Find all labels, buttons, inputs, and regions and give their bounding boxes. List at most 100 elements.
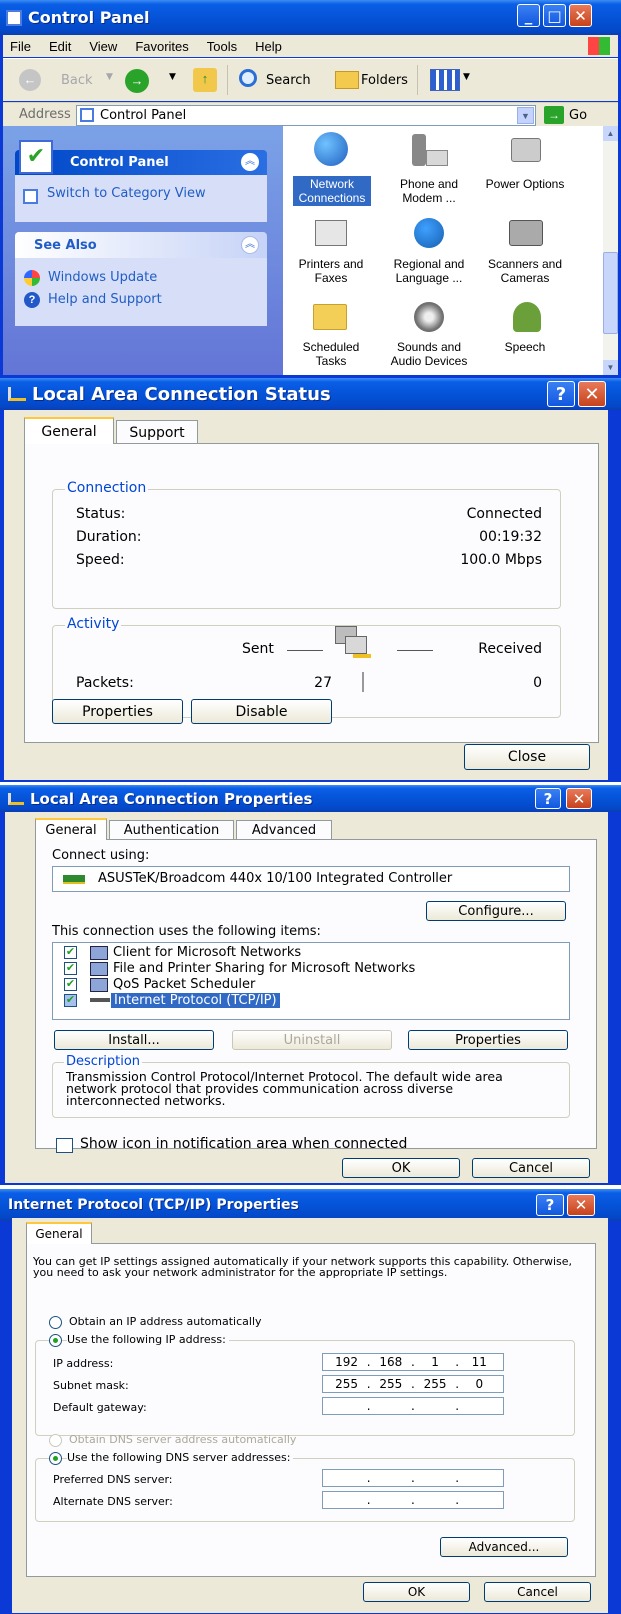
client-checkbox[interactable]: ✔ <box>64 946 77 959</box>
use-dns-radio[interactable] <box>49 1452 62 1465</box>
subnet-mask-field[interactable]: 255. 255. 255. 0 <box>322 1375 504 1393</box>
tab-support[interactable]: Support <box>116 420 198 444</box>
list-item-selected[interactable]: ✔ Internet Protocol (TCP/IP) <box>53 993 569 1009</box>
back-arrow-icon[interactable]: ← <box>19 69 41 91</box>
icon-network-connections[interactable]: Network Connections <box>287 128 375 212</box>
menu-help[interactable]: Help <box>255 39 282 54</box>
help-button[interactable]: ? <box>547 381 575 407</box>
views-dropdown-icon[interactable]: ▼ <box>463 72 470 82</box>
collapse-chevron-icon[interactable]: ︽ <box>241 236 259 254</box>
lac-status-titlebar[interactable]: Local Area Connection Status ? ✕ <box>0 378 621 410</box>
back-dropdown-icon[interactable]: ▼ <box>106 72 113 82</box>
obtain-ip-label[interactable]: Obtain an IP address automatically <box>69 1315 262 1328</box>
address-dropdown-icon[interactable]: ▼ <box>517 107 534 124</box>
menu-edit[interactable]: Edit <box>49 39 71 54</box>
alternate-dns-label: Alternate DNS server: <box>53 1495 173 1508</box>
disable-button[interactable]: Disable <box>191 699 332 724</box>
go-arrow-icon[interactable]: → <box>544 106 564 124</box>
help-and-support-link[interactable]: Help and Support <box>48 292 162 307</box>
menu-view[interactable]: View <box>89 39 117 54</box>
search-button-label[interactable]: Search <box>266 73 311 88</box>
advanced-button[interactable]: Advanced... <box>440 1537 568 1557</box>
icon-power-options[interactable]: Power Options <box>475 128 575 212</box>
cancel-button[interactable]: Cancel <box>472 1158 590 1178</box>
help-button[interactable]: ? <box>535 788 561 809</box>
scroll-up-icon[interactable]: ▲ <box>603 126 618 141</box>
install-button[interactable]: Install... <box>54 1030 214 1050</box>
network-globe-icon <box>314 132 348 166</box>
file-sharing-checkbox[interactable]: ✔ <box>64 962 77 975</box>
use-ip-label[interactable]: Use the following IP address: <box>67 1333 229 1346</box>
search-icon[interactable] <box>239 69 257 87</box>
scroll-down-icon[interactable]: ▼ <box>603 360 618 375</box>
collapse-chevron-icon[interactable]: ︽ <box>241 153 259 171</box>
address-input[interactable]: Control Panel ▼ <box>76 105 536 126</box>
close-button[interactable]: ✕ <box>578 381 606 407</box>
list-item[interactable]: ✔ File and Printer Sharing for Microsoft… <box>53 961 569 977</box>
use-dns-label[interactable]: Use the following DNS server addresses: <box>67 1451 294 1464</box>
default-gateway-field[interactable]: ... <box>322 1397 504 1415</box>
scroll-thumb[interactable] <box>603 252 618 334</box>
menu-favorites[interactable]: Favorites <box>135 39 188 54</box>
maximize-button[interactable]: □ <box>543 4 566 27</box>
icon-speech[interactable]: Speech <box>475 296 575 374</box>
views-icon[interactable] <box>430 69 460 91</box>
alternate-dns-field[interactable]: ... <box>322 1491 504 1509</box>
icon-scheduled-tasks[interactable]: Scheduled Tasks <box>287 296 375 374</box>
close-button[interactable]: Close <box>464 744 590 770</box>
icon-scanners-and-cameras[interactable]: Scanners and Cameras <box>475 214 575 294</box>
ok-button[interactable]: OK <box>342 1158 460 1178</box>
back-button-label[interactable]: Back <box>61 73 93 88</box>
tab-general[interactable]: General <box>24 417 114 444</box>
list-item[interactable]: ✔ Client for Microsoft Networks <box>53 945 569 961</box>
status-label: Status: <box>76 506 126 522</box>
see-also-header[interactable]: See Also ︽ <box>15 232 267 258</box>
dns-group <box>35 1458 575 1522</box>
ok-button[interactable]: OK <box>363 1582 470 1602</box>
tcpip-titlebar[interactable]: Internet Protocol (TCP/IP) Properties ? … <box>0 1189 621 1221</box>
tab-general[interactable]: General <box>26 1222 92 1244</box>
windows-update-link[interactable]: Windows Update <box>48 270 157 285</box>
modem-icon <box>426 150 448 166</box>
up-folder-icon[interactable]: ↑ <box>193 68 217 92</box>
adapter-field: ASUSTeK/Broadcom 440x 10/100 Integrated … <box>52 866 570 892</box>
qos-checkbox[interactable]: ✔ <box>64 978 77 991</box>
tab-general[interactable]: General <box>35 818 107 840</box>
icon-sounds-and-audio[interactable]: Sounds and Audio Devices <box>381 296 477 374</box>
close-button[interactable]: ✕ <box>567 1194 595 1216</box>
icon-regional-and-language[interactable]: Regional and Language ... <box>381 214 477 294</box>
switch-view-link[interactable]: Switch to Category View <box>47 186 206 201</box>
icon-printers-and-faxes[interactable]: Printers and Faxes <box>287 214 375 294</box>
preferred-dns-field[interactable]: ... <box>322 1469 504 1487</box>
tab-advanced[interactable]: Advanced <box>236 820 332 840</box>
close-button[interactable]: ✕ <box>566 788 592 809</box>
icon-phone-and-modem[interactable]: Phone and Modem ... <box>381 128 477 212</box>
go-button-label[interactable]: Go <box>569 108 587 123</box>
configure-button[interactable]: Configure... <box>426 901 566 921</box>
components-list[interactable]: ✔ Client for Microsoft Networks ✔ File a… <box>52 942 570 1020</box>
help-button[interactable]: ? <box>536 1194 564 1216</box>
menu-tools[interactable]: Tools <box>207 39 237 54</box>
ip-address-field[interactable]: 192. 168. 1. 11 <box>322 1353 504 1371</box>
obtain-ip-radio[interactable] <box>49 1316 62 1329</box>
control-panel-titlebar[interactable]: Control Panel _ □ ✕ <box>0 0 621 35</box>
folders-icon[interactable] <box>335 71 359 89</box>
tcpip-checkbox[interactable]: ✔ <box>64 994 77 1007</box>
tcpip-body: General You can get IP settings assigned… <box>12 1218 608 1613</box>
minimize-button[interactable]: _ <box>517 4 540 27</box>
tab-authentication[interactable]: Authentication <box>109 820 234 840</box>
close-button[interactable]: ✕ <box>569 4 592 27</box>
show-icon-checkbox[interactable] <box>56 1138 73 1153</box>
folders-button-label[interactable]: Folders <box>361 73 408 88</box>
vertical-scrollbar[interactable]: ▲ ▼ <box>603 126 618 375</box>
use-ip-radio[interactable] <box>49 1334 62 1347</box>
properties-button[interactable]: Properties <box>52 699 183 724</box>
icon-label: Tasks <box>315 354 347 368</box>
forward-dropdown-icon[interactable]: ▼ <box>169 72 176 82</box>
lac-properties-titlebar[interactable]: Local Area Connection Properties ? ✕ <box>0 785 621 812</box>
cancel-button[interactable]: Cancel <box>484 1582 591 1602</box>
menu-file[interactable]: File <box>10 39 31 54</box>
properties-button[interactable]: Properties <box>408 1030 568 1050</box>
forward-arrow-icon[interactable]: → <box>125 69 149 93</box>
list-item[interactable]: ✔ QoS Packet Scheduler <box>53 977 569 993</box>
